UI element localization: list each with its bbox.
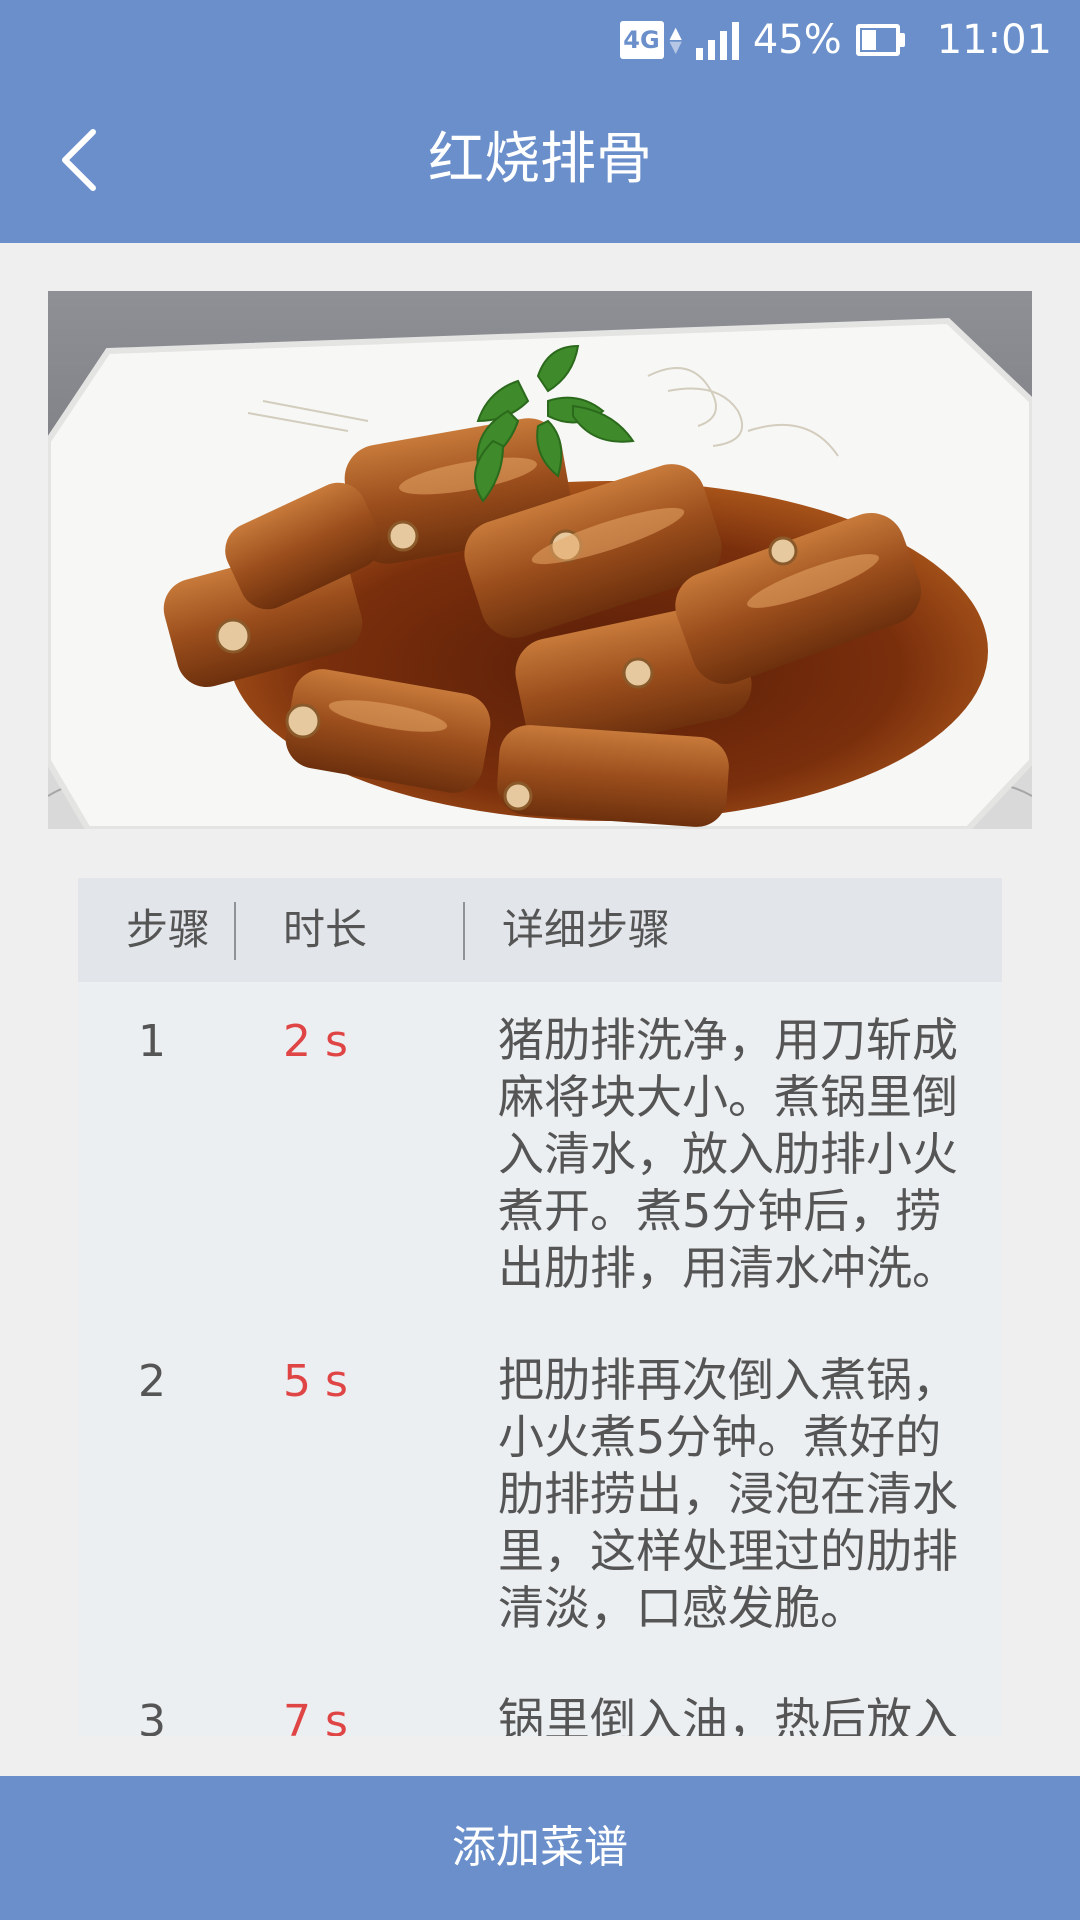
header-divider: [463, 902, 465, 960]
data-activity-icon: ▲ ▼: [669, 23, 682, 56]
steps-table: 步骤 时长 详细步骤 1 2 s 猪肋排洗净，用刀斩成麻将块大小。煮锅里倒入清水…: [78, 878, 1002, 1736]
header-detail: 详细步骤: [502, 905, 671, 954]
table-row: 3 7 s 锅里倒入油，热后放入: [78, 1662, 1002, 1736]
network-type-badge: 4G: [619, 21, 664, 59]
step-number: 3: [138, 1696, 166, 1736]
chevron-left-icon: [62, 129, 96, 191]
status-bar: 4G ▲ ▼ 45% 11:01: [619, 14, 1052, 66]
clock: 11:01: [936, 17, 1052, 63]
header-step: 步骤: [126, 905, 211, 954]
braised-ribs-image: [48, 291, 1032, 829]
back-button[interactable]: [44, 122, 114, 198]
table-header: 步骤 时长 详细步骤: [78, 878, 1002, 982]
app-header: 4G ▲ ▼ 45% 11:01 红烧排骨: [0, 0, 1080, 243]
page-title: 红烧排骨: [428, 127, 652, 192]
step-duration: 2 s: [283, 1016, 348, 1067]
table-row: 2 5 s 把肋排再次倒入煮锅，小火煮5分钟。煮好的肋排捞出，浸泡在清水里，这样…: [78, 1322, 1002, 1662]
step-number: 2: [138, 1356, 166, 1407]
step-detail: 猪肋排洗净，用刀斩成麻将块大小。煮锅里倒入清水，放入肋排小火煮开。煮5分钟后，捞…: [498, 1013, 958, 1295]
step-detail: 锅里倒入油，热后放入: [498, 1693, 958, 1736]
table-row: 1 2 s 猪肋排洗净，用刀斩成麻将块大小。煮锅里倒入清水，放入肋排小火煮开。煮…: [78, 982, 1002, 1322]
step-duration: 7 s: [283, 1696, 348, 1736]
recipe-detail-screen: 4G ▲ ▼ 45% 11:01 红烧排骨 步骤 时长 详细步骤 1 2 s 猪…: [0, 0, 1080, 1920]
step-duration: 5 s: [283, 1356, 348, 1407]
add-recipe-button[interactable]: 添加菜谱: [0, 1776, 1080, 1920]
signal-strength-icon: [695, 20, 739, 60]
dish-photo: [48, 291, 1032, 829]
step-detail: 把肋排再次倒入煮锅，小火煮5分钟。煮好的肋排捞出，浸泡在清水里，这样处理过的肋排…: [498, 1353, 958, 1635]
battery-percent: 45%: [752, 17, 842, 63]
header-divider: [234, 902, 236, 960]
header-duration: 时长: [283, 905, 368, 954]
step-number: 1: [138, 1016, 166, 1067]
battery-icon: [855, 24, 905, 56]
